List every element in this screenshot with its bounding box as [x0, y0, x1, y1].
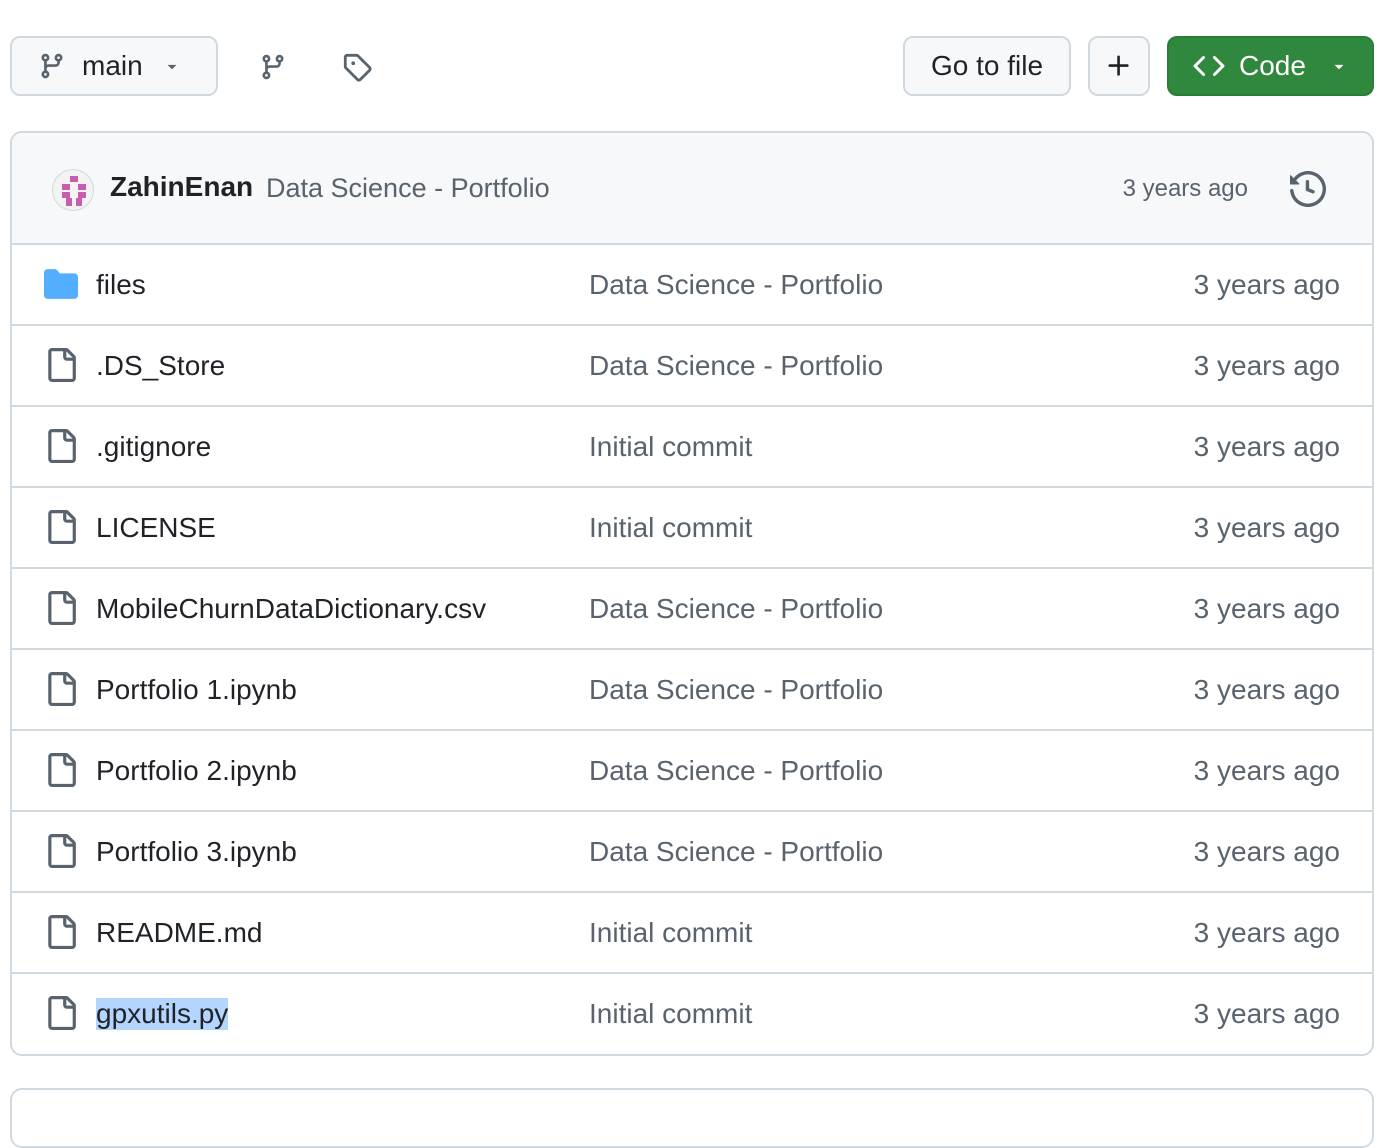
file-name-link[interactable]: .gitignore: [96, 431, 211, 463]
file-row[interactable]: .DS_Store Data Science - Portfolio 3 years…: [12, 326, 1372, 407]
file-commit-message-link[interactable]: Initial commit: [589, 917, 752, 949]
folder-icon: [44, 267, 78, 301]
commit-author-link[interactable]: ZahinEnan: [110, 171, 253, 203]
file-row[interactable]: MobileChurnDataDictionary.csv Data Scienc…: [12, 569, 1372, 650]
file-icon: [44, 996, 78, 1030]
file-commit-message-link[interactable]: Data Science - Portfolio: [589, 269, 883, 301]
avatar[interactable]: [52, 169, 94, 211]
file-icon: [44, 510, 78, 544]
file-commit-message-link[interactable]: Data Science - Portfolio: [589, 674, 883, 706]
file-name-link[interactable]: files: [96, 269, 146, 301]
latest-commit-bar: ZahinEnan Data Science - Portfolio 3 yea…: [12, 133, 1372, 245]
file-name-link[interactable]: Portfolio 2.ipynb: [96, 755, 297, 787]
file-name-link[interactable]: Portfolio 1.ipynb: [96, 674, 297, 706]
file-commit-time: 3 years ago: [1193, 512, 1340, 543]
caret-down-icon: [167, 64, 176, 70]
file-commit-message-link[interactable]: Data Science - Portfolio: [589, 755, 883, 787]
commit-message-link[interactable]: Data Science - Portfolio: [266, 173, 550, 204]
go-to-file-button[interactable]: Go to file: [903, 36, 1071, 96]
file-icon: [44, 429, 78, 463]
commit-time: 3 years ago: [1122, 175, 1248, 202]
readme-box: [10, 1088, 1374, 1148]
file-commit-time: 3 years ago: [1193, 998, 1340, 1029]
file-commit-message-link[interactable]: Initial commit: [589, 998, 752, 1030]
file-commit-time: 3 years ago: [1193, 269, 1340, 300]
branch-name: main: [82, 50, 143, 81]
file-commit-time: 3 years ago: [1193, 674, 1340, 705]
file-row[interactable]: Portfolio 2.ipynb Data Science - Portfoli…: [12, 731, 1372, 812]
add-file-button[interactable]: [1088, 36, 1150, 96]
file-commit-time: 3 years ago: [1193, 593, 1340, 624]
file-commit-message-link[interactable]: Initial commit: [589, 431, 752, 463]
file-icon: [44, 348, 78, 382]
file-commit-time: 3 years ago: [1193, 431, 1340, 462]
file-commit-time: 3 years ago: [1193, 836, 1340, 867]
file-row[interactable]: .gitignore Initial commit 3 years ago: [12, 407, 1372, 488]
file-commit-time: 3 years ago: [1193, 350, 1340, 381]
file-row[interactable]: Portfolio 1.ipynb Data Science - Portfoli…: [12, 650, 1372, 731]
file-list: files Data Science - Portfolio 3 years ago…: [12, 245, 1372, 1054]
file-row[interactable]: gpxutils.py Initial commit 3 years ago: [12, 974, 1372, 1054]
code-button-label: Code: [1239, 50, 1306, 81]
file-icon: [44, 753, 78, 787]
git-branch-icon: [262, 54, 284, 80]
branches-link[interactable]: [256, 50, 290, 84]
file-row[interactable]: files Data Science - Portfolio 3 years ago: [12, 245, 1372, 326]
branch-selector-button[interactable]: main: [10, 36, 218, 96]
file-commit-message-link[interactable]: Initial commit: [589, 512, 752, 544]
git-branch-icon: [41, 53, 63, 79]
file-commit-time: 3 years ago: [1193, 755, 1340, 786]
file-name-link[interactable]: MobileChurnDataDictionary.csv: [96, 593, 486, 625]
file-icon: [44, 591, 78, 625]
file-row[interactable]: LICENSE Initial commit 3 years ago: [12, 488, 1372, 569]
file-name-link[interactable]: gpxutils.py: [96, 998, 229, 1030]
file-icon: [44, 672, 78, 706]
file-name-link[interactable]: Portfolio 3.ipynb: [96, 836, 297, 868]
file-name-link[interactable]: .DS_Store: [96, 350, 225, 382]
code-icon: [1193, 55, 1225, 77]
repo-toolbar: main Go to file Code: [10, 36, 1374, 100]
identicon-icon: [62, 176, 86, 206]
file-name-link[interactable]: LICENSE: [96, 512, 216, 544]
tag-icon: [343, 53, 372, 82]
file-commit-message-link[interactable]: Data Science - Portfolio: [589, 350, 883, 382]
file-icon: [44, 915, 78, 949]
code-dropdown-button[interactable]: Code: [1167, 36, 1374, 96]
plus-icon: [1108, 55, 1129, 76]
file-row[interactable]: README.md Initial commit 3 years ago: [12, 893, 1372, 974]
history-icon[interactable]: [1290, 171, 1326, 207]
file-row[interactable]: Portfolio 3.ipynb Data Science - Portfoli…: [12, 812, 1372, 893]
file-icon: [44, 834, 78, 868]
file-browser: ZahinEnan Data Science - Portfolio 3 yea…: [10, 131, 1374, 1056]
file-commit-time: 3 years ago: [1193, 917, 1340, 948]
file-name-link[interactable]: README.md: [96, 917, 262, 949]
file-commit-message-link[interactable]: Data Science - Portfolio: [589, 593, 883, 625]
caret-down-icon: [1334, 64, 1344, 70]
file-commit-message-link[interactable]: Data Science - Portfolio: [589, 836, 883, 868]
tags-link[interactable]: [340, 50, 374, 84]
